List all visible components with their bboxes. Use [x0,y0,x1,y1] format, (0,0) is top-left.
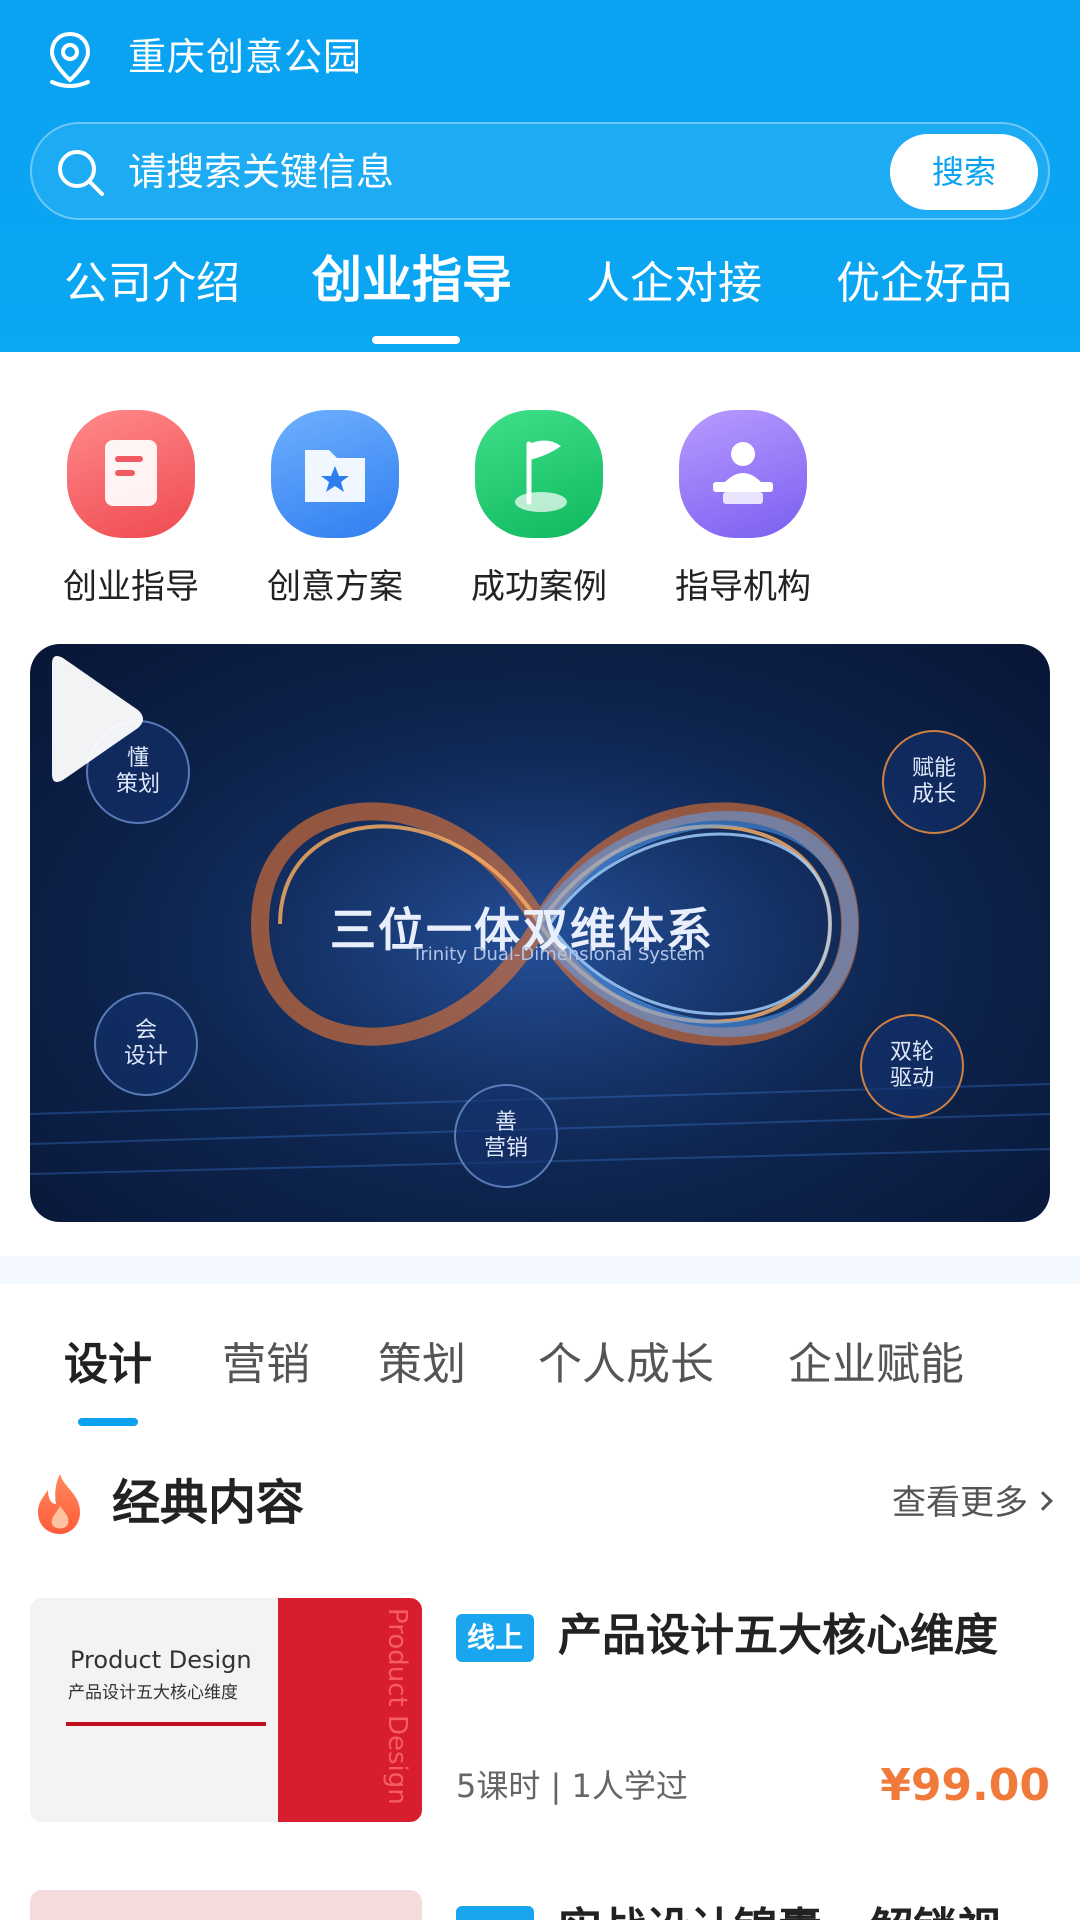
thumbnail-title-en: Product Design [70,1646,252,1674]
video-banner[interactable]: 三位一体双维体系 Trinity Dual-Dimensional System… [30,644,1050,1222]
video-subtitle: Trinity Dual-Dimensional System [412,944,705,965]
active-category-indicator [78,1418,138,1426]
header-bar: 重庆创意公园 请搜索关键信息 搜索 公司介绍 创业指导 人企对接 优企好品 [0,0,1080,352]
video-node: 双轮 驱动 [860,1014,964,1118]
online-badge: 线上 [456,1614,534,1662]
lecturer-icon [679,410,807,538]
tab-enterprise-empowerment[interactable]: 企业赋能 [788,1330,964,1400]
quick-link-label: 指导机构 [675,567,811,607]
location-label[interactable]: 重庆创意公园 [128,30,362,84]
video-node-text: 双轮 [889,1040,934,1065]
thumbnail-vertical-text: Product Design [382,1608,412,1805]
video-node-text: 善 [494,1110,517,1135]
thumbnail-title-cn: 产品设计五大核心维度 [68,1683,238,1703]
flag-icon [475,410,603,538]
course-price: ¥99.00 [880,1760,1050,1811]
video-node-text: 设计 [123,1044,168,1069]
course-thumbnail [30,1890,422,1920]
quick-link-success-cases[interactable]: 成功案例 [454,392,624,610]
section-header: 经典内容 查看更多 [30,1468,1053,1538]
course-thumbnail: Product Design 产品设计五大核心维度 Product Design [30,1598,422,1822]
quick-link-creative-plan[interactable]: 创意方案 [250,392,420,610]
document-icon [67,410,195,538]
star-folder-icon [271,410,399,538]
video-node: 善 营销 [454,1084,558,1188]
tab-quality-products[interactable]: 优企好品 [836,248,1012,320]
tab-planning[interactable]: 策划 [378,1330,466,1400]
tab-personal-growth[interactable]: 个人成长 [538,1330,714,1400]
tab-startup-guide[interactable]: 创业指导 [312,244,512,316]
tab-talent-matching[interactable]: 人企对接 [586,248,762,320]
thumbnail-divider [66,1722,266,1726]
search-input[interactable]: 请搜索关键信息 [128,144,394,200]
search-icon [58,150,104,196]
course-card[interactable]: Product Design 产品设计五大核心维度 Product Design… [30,1598,1050,1822]
video-node-text: 营销 [483,1136,528,1161]
video-node: 会 设计 [94,992,198,1096]
quick-link-guidance-org[interactable]: 指导机构 [658,392,828,610]
category-tabs: 设计 营销 策划 个人成长 企业赋能 [0,1330,1080,1410]
video-node-text: 赋能 [911,756,956,781]
location-pin-icon[interactable] [46,30,94,88]
view-more-link[interactable]: 查看更多 [892,1478,1053,1528]
play-icon[interactable] [30,644,150,794]
video-node: 赋能 成长 [882,730,986,834]
quick-links: 创业指导 创意方案 成功案例 指导机构 [0,392,1080,632]
online-badge [456,1906,534,1920]
video-node-text: 成长 [911,782,956,807]
course-meta: 5课时 | 1人学过 [456,1767,688,1805]
course-card[interactable]: 实战设计锦囊 · 解锁视 [30,1890,1050,1920]
fire-icon [38,1474,80,1534]
view-more-label: 查看更多 [892,1483,1028,1523]
quick-link-label: 成功案例 [471,567,607,607]
active-tab-indicator [372,336,460,344]
course-title: 实战设计锦囊 · 解锁视 [558,1898,1001,1920]
section-divider [0,1256,1080,1284]
video-node-text: 会 [134,1018,157,1043]
search-bar[interactable]: 请搜索关键信息 搜索 [30,122,1050,220]
chevron-right-icon [1033,1491,1053,1511]
video-node-text: 驱动 [889,1066,934,1091]
tab-marketing[interactable]: 营销 [222,1330,310,1400]
quick-link-label: 创业指导 [63,567,199,607]
quick-link-startup-guide[interactable]: 创业指导 [46,392,216,610]
top-nav: 公司介绍 创业指导 人企对接 优企好品 [0,248,1080,328]
tab-design[interactable]: 设计 [64,1330,152,1400]
quick-link-label: 创意方案 [267,567,403,607]
search-button[interactable]: 搜索 [890,134,1038,210]
tab-company-intro[interactable]: 公司介绍 [64,248,240,320]
course-title: 产品设计五大核心维度 [558,1610,998,1661]
section-title: 经典内容 [112,1475,305,1531]
